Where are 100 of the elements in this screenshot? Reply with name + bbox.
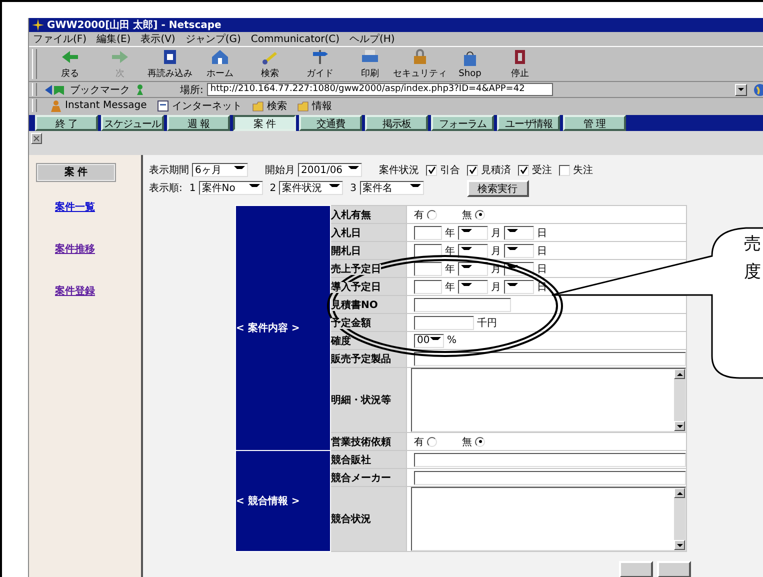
sidebar-link[interactable]: 案件登録 xyxy=(55,284,95,298)
field-label: 見積書NO xyxy=(331,300,378,310)
sort-dropdown[interactable]: 案件名 xyxy=(360,181,424,195)
radio-label: 有 xyxy=(414,208,424,222)
toolbar-button[interactable]: 検索 xyxy=(245,48,295,80)
order-number: 1 xyxy=(189,182,196,194)
sort-dropdown[interactable]: 案件No xyxy=(198,181,263,195)
order-number: 2 xyxy=(270,182,276,194)
menu-item[interactable]: ヘルプ(H) xyxy=(350,32,395,46)
field-label: 導入予定日 xyxy=(331,282,381,292)
sidebar-link[interactable]: 案件推移 xyxy=(55,242,95,256)
text-area[interactable] xyxy=(411,368,686,432)
folder-icon xyxy=(252,100,264,112)
month-dropdown[interactable]: 2001/06 xyxy=(298,163,362,177)
toolbar-button[interactable]: ガイド xyxy=(295,48,345,80)
day-dropdown[interactable] xyxy=(504,226,534,240)
year-field[interactable] xyxy=(414,262,442,276)
checkbox[interactable] xyxy=(518,164,529,176)
toolbar-button[interactable]: ホーム xyxy=(195,48,245,80)
scroll-up-button[interactable] xyxy=(674,369,685,379)
year-field[interactable] xyxy=(414,280,442,294)
radio-button[interactable] xyxy=(427,436,437,446)
personal-bar-button[interactable]: Instant Message xyxy=(50,100,147,112)
field-label: 売上予定日 xyxy=(331,264,381,274)
checkbox[interactable] xyxy=(467,164,478,176)
nav-tab[interactable]: 交通費 xyxy=(299,115,362,131)
menu-item[interactable]: ジャンプ(G) xyxy=(185,32,241,46)
month-dropdown[interactable] xyxy=(458,280,488,294)
month-dropdown[interactable] xyxy=(458,226,488,240)
period-dropdown[interactable]: 6ヶ月 xyxy=(192,163,248,177)
field-label: 営業技術依頼 xyxy=(331,436,391,448)
form-button[interactable] xyxy=(619,561,653,577)
toolbar-button[interactable]: 印刷 xyxy=(345,48,395,80)
personal-bar-button[interactable]: 検索 xyxy=(252,98,287,112)
menu-item[interactable]: Communicator(C) xyxy=(250,34,340,44)
filter-label: 表示期間 xyxy=(149,164,189,177)
menu-item[interactable]: 表示(V) xyxy=(140,32,176,46)
day-dropdown[interactable] xyxy=(504,280,534,294)
toolbar-button[interactable]: Shop xyxy=(445,48,495,80)
text-field[interactable] xyxy=(414,352,686,366)
field-label: 確度 xyxy=(331,336,351,346)
field-label: 競合メーカー xyxy=(331,472,391,484)
scroll-down-button[interactable] xyxy=(674,421,685,431)
radio-button[interactable] xyxy=(475,210,485,220)
bookmarks-button[interactable]: ブックマーク xyxy=(70,82,130,96)
percent-dropdown[interactable]: 00 xyxy=(414,334,444,348)
form-button[interactable] xyxy=(657,561,691,577)
nav-tab[interactable]: 案 件 xyxy=(233,115,296,131)
text-field[interactable] xyxy=(414,298,511,312)
nav-tab[interactable]: ユーザ情報 xyxy=(497,115,560,131)
callout-text: 度 xyxy=(744,262,761,282)
checkbox-label: 見積済 xyxy=(481,164,511,177)
frame-toggle-button[interactable] xyxy=(31,133,42,144)
menu-item[interactable]: 編集(E) xyxy=(96,32,131,46)
nav-tab[interactable]: フォーラム xyxy=(431,115,494,131)
checkbox[interactable] xyxy=(426,164,437,176)
personal-bar-button[interactable]: 情報 xyxy=(296,98,332,112)
nav-tab[interactable]: スケジュール xyxy=(101,115,164,131)
radio-button[interactable] xyxy=(475,436,485,446)
nav-tab[interactable]: 終 了 xyxy=(35,115,98,131)
unit-label: 月 xyxy=(491,226,501,240)
year-field[interactable] xyxy=(414,226,442,240)
unit-label: 日 xyxy=(537,226,547,240)
toolbar-button[interactable]: 停止 xyxy=(495,48,545,80)
toolbar-button[interactable]: 再読み込み xyxy=(145,48,195,80)
dropdown-button[interactable] xyxy=(735,84,747,96)
scroll-down-button[interactable] xyxy=(674,540,685,550)
field-label: 競合販社 xyxy=(331,454,371,466)
radio-label: 無 xyxy=(462,436,472,448)
nav-tab[interactable]: 掲示板 xyxy=(365,115,428,131)
order-number: 3 xyxy=(350,182,356,194)
text-area[interactable] xyxy=(411,487,686,551)
personal-bar-button[interactable]: インターネット xyxy=(156,98,242,112)
month-dropdown[interactable] xyxy=(458,262,488,276)
field-label: 入札有無 xyxy=(331,210,371,220)
day-dropdown[interactable] xyxy=(504,244,534,258)
unit-label: % xyxy=(447,335,457,346)
field-label: 開札日 xyxy=(331,246,361,256)
window-title: GWW2000[山田 太郎] - Netscape xyxy=(47,18,222,32)
month-dropdown[interactable] xyxy=(458,244,488,258)
sort-dropdown[interactable]: 案件状況 xyxy=(279,181,344,195)
radio-button[interactable] xyxy=(427,210,437,220)
text-field[interactable] xyxy=(414,452,686,466)
unit-label: 年 xyxy=(445,244,455,258)
nav-tab[interactable]: 週 報 xyxy=(167,115,230,131)
scroll-up-button[interactable] xyxy=(674,488,685,498)
url-field[interactable]: http://210.164.77.227:1080/gww2000/asp/index.php3?ID=4&APP=42 xyxy=(207,83,554,96)
unit-label: 千円 xyxy=(477,316,497,330)
unit-label: 日 xyxy=(537,244,547,258)
toolbar-button[interactable]: セキュリティ xyxy=(395,48,445,80)
unit-label: 年 xyxy=(445,226,455,240)
nav-tab[interactable]: 管 理 xyxy=(563,115,626,131)
sidebar-link[interactable]: 案件一覧 xyxy=(55,200,95,214)
amount-field[interactable] xyxy=(414,316,474,330)
search-button[interactable]: 検索実行 xyxy=(466,180,528,196)
toolbar-button[interactable]: 戻る xyxy=(45,48,95,80)
checkbox[interactable] xyxy=(559,164,570,176)
text-field[interactable] xyxy=(414,470,686,484)
callout-text: 売 xyxy=(744,234,761,254)
menu-item[interactable]: ファイル(F) xyxy=(33,32,87,46)
